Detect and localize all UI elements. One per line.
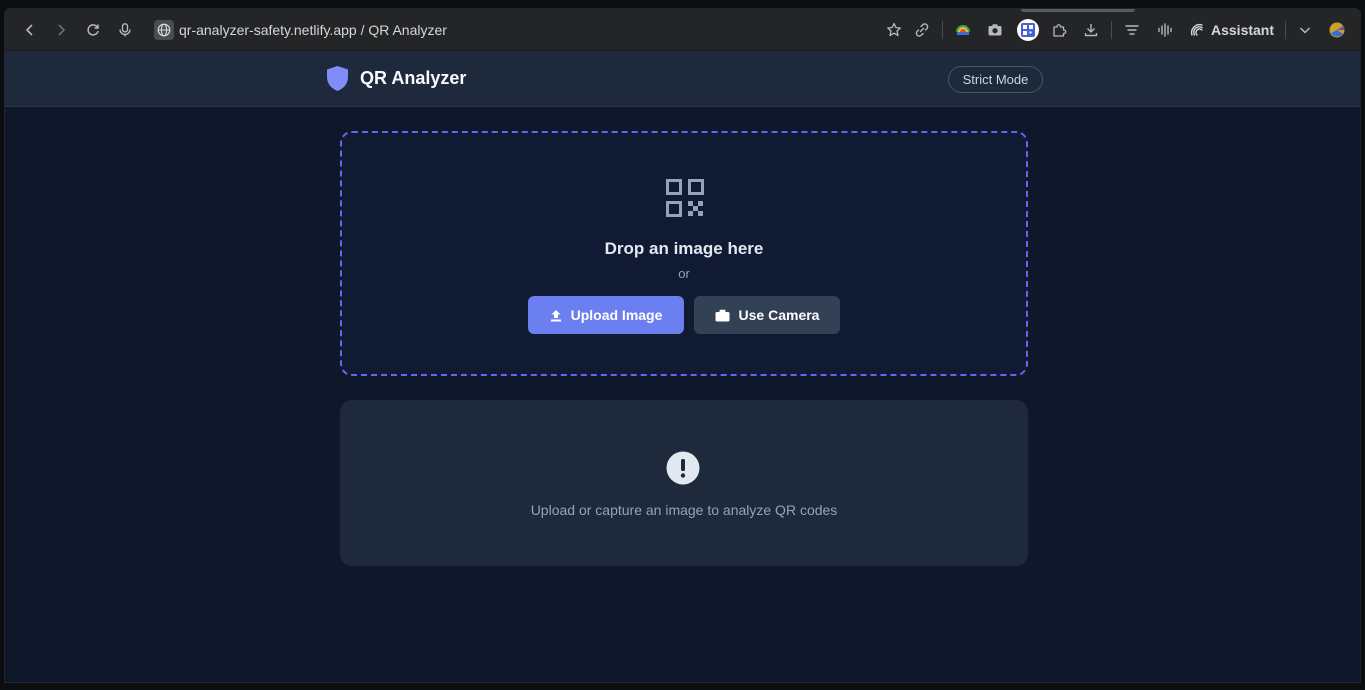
app-title: QR Analyzer — [360, 68, 467, 88]
empty-state-message: Upload or capture an image to analyze QR… — [530, 502, 838, 518]
toolbar-divider — [942, 21, 943, 39]
app-header: QR Analyzer Strict Mode — [5, 51, 1360, 107]
globe-icon — [154, 20, 174, 40]
url-text: qr-analyzer-safety.netlify.app / QR Anal… — [179, 22, 447, 38]
browser-toolbar: qr-analyzer-safety.netlify.app / QR Anal… — [5, 9, 1360, 51]
assistant-icon — [1190, 23, 1203, 36]
link-icon[interactable] — [912, 20, 932, 40]
chevron-down-icon[interactable] — [1295, 20, 1315, 40]
tab-indicator — [1021, 9, 1135, 12]
audio-wave-icon[interactable] — [1155, 20, 1175, 40]
dropzone-title: Drop an image here — [604, 239, 764, 258]
qr-extension-icon[interactable] — [1017, 19, 1039, 41]
toolbar-divider — [1285, 21, 1286, 39]
shield-icon — [327, 66, 348, 91]
forward-icon[interactable] — [51, 20, 71, 40]
reload-icon[interactable] — [83, 20, 103, 40]
extensions-puzzle-icon[interactable] — [1049, 20, 1069, 40]
toolbar-divider — [1111, 21, 1112, 39]
download-icon[interactable] — [1081, 20, 1101, 40]
use-camera-label: Use Camera — [738, 307, 820, 323]
bookmark-star-icon[interactable] — [884, 20, 904, 40]
strict-mode-button[interactable]: Strict Mode — [948, 66, 1043, 93]
qr-code-icon — [666, 179, 704, 217]
assistant-button[interactable]: Assistant — [1189, 20, 1274, 40]
back-icon[interactable] — [20, 20, 40, 40]
use-camera-button[interactable]: Use Camera — [694, 296, 840, 334]
upload-image-label: Upload Image — [570, 307, 663, 323]
dropzone-or-text: or — [678, 266, 690, 281]
upload-image-button[interactable]: Upload Image — [528, 296, 684, 334]
upload-icon — [550, 309, 561, 321]
brand: QR Analyzer — [326, 65, 466, 92]
exclamation-circle-icon — [666, 451, 700, 485]
image-dropzone[interactable]: Drop an image here or Upload Image Use C… — [340, 131, 1028, 376]
address-bar[interactable]: qr-analyzer-safety.netlify.app / QR Anal… — [154, 19, 447, 41]
result-panel: Upload or capture an image to analyze QR… — [340, 400, 1028, 566]
reading-list-icon[interactable] — [1122, 20, 1142, 40]
camera-icon — [715, 309, 730, 321]
profile-avatar-icon[interactable] — [1327, 20, 1347, 40]
browser-window: qr-analyzer-safety.netlify.app / QR Anal… — [4, 8, 1361, 683]
camera-screenshot-icon[interactable] — [985, 20, 1005, 40]
microphone-icon[interactable] — [115, 20, 135, 40]
assistant-label: Assistant — [1211, 22, 1275, 38]
color-extension-icon[interactable] — [953, 20, 973, 40]
